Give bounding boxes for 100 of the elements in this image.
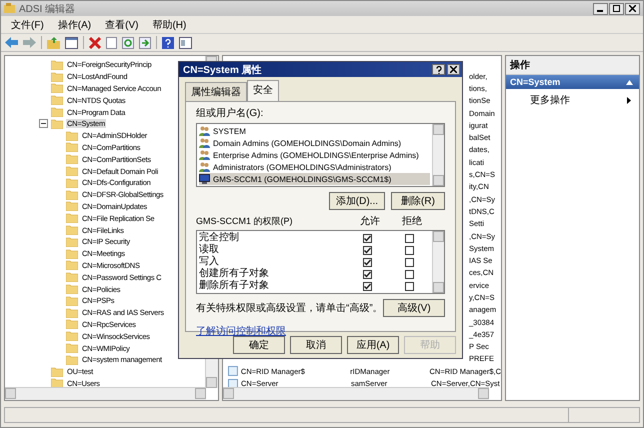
folder-icon <box>66 296 78 306</box>
minimize-button[interactable] <box>593 2 608 14</box>
advanced-note: 有关特殊权限或高级设置，请单击“高级”。 <box>196 302 383 315</box>
close-button[interactable] <box>625 2 640 14</box>
deny-checkbox[interactable] <box>404 246 414 254</box>
menu-item[interactable]: 文件(F) <box>11 18 44 32</box>
computer-icon <box>199 174 210 184</box>
folder-icon <box>66 248 78 259</box>
deny-checkbox[interactable] <box>404 258 414 266</box>
refresh-icon[interactable] <box>122 36 134 48</box>
collapse-icon <box>626 80 633 84</box>
users-icon <box>199 150 210 160</box>
folder-icon <box>66 260 78 270</box>
maximize-icon <box>613 5 620 12</box>
delete-icon[interactable] <box>89 36 101 48</box>
folder-icon <box>51 83 63 94</box>
user-item[interactable]: GMS-SCCM1 (GOMEHOLDINGS\GMS-SCCM1$) <box>199 173 430 185</box>
help-icon[interactable] <box>162 36 174 48</box>
folder-icon <box>66 236 78 247</box>
back-arrow-icon[interactable] <box>5 37 18 48</box>
tab[interactable]: 安全 <box>247 80 279 101</box>
deny-checkbox[interactable] <box>404 234 414 242</box>
permissions-label: GMS-SCCM1 的权限(P) <box>196 214 294 228</box>
folder-icon <box>66 213 78 224</box>
collapse-toggle[interactable] <box>39 119 48 128</box>
folder-icon <box>51 118 63 129</box>
allow-checkbox[interactable] <box>362 234 372 242</box>
app-icon <box>4 3 15 14</box>
folder-icon <box>66 354 78 365</box>
users-icon <box>199 126 210 136</box>
permission-name: 删除所有子对象 <box>199 281 270 291</box>
folder-icon <box>66 308 78 318</box>
allow-checkbox[interactable] <box>362 246 372 254</box>
allow-checkbox[interactable] <box>362 270 372 278</box>
user-name: Domain Admins (GOMEHOLDINGS\Domain Admins) <box>213 138 402 148</box>
vertical-scrollbar[interactable] <box>432 124 444 186</box>
dialog-button[interactable]: 应用(A) <box>347 336 399 354</box>
folder-icon <box>66 319 78 330</box>
horizontal-scrollbar[interactable] <box>5 387 206 400</box>
users-icon <box>199 138 210 148</box>
permission-name: 创建所有子对象 <box>199 269 270 279</box>
menu-item[interactable]: 操作(A) <box>58 18 92 32</box>
deny-checkbox[interactable] <box>404 270 414 278</box>
permission-name: 写入 <box>199 257 220 267</box>
permission-name: 完全控制 <box>199 233 240 243</box>
folder-icon <box>66 178 78 188</box>
folder-icon <box>51 60 63 70</box>
dialog-title: CN=System 属性 <box>183 64 262 76</box>
dialog-button[interactable]: 添加(D)... <box>328 192 385 210</box>
dialog-button[interactable]: 删除(R) <box>391 192 445 210</box>
user-item[interactable]: SYSTEM <box>199 125 430 137</box>
allow-checkbox[interactable] <box>362 258 372 266</box>
advanced-button[interactable]: 高级(V) <box>383 299 445 317</box>
actions-section-header[interactable]: CN=System <box>506 75 639 89</box>
allow-checkbox[interactable] <box>362 282 372 290</box>
window-title: ADSI 编辑器 <box>19 2 76 16</box>
action-item[interactable]: 更多操作 <box>530 93 570 107</box>
horizontal-scrollbar[interactable] <box>223 387 489 400</box>
user-item[interactable]: Enterprise Admins (GOMEHOLDINGS\Enterprise Admins) <box>199 149 430 161</box>
vertical-scrollbar[interactable] <box>432 231 444 293</box>
help-icon <box>436 66 442 74</box>
folder-icon <box>66 190 78 200</box>
maximize-button[interactable] <box>609 2 624 14</box>
folder-icon <box>66 331 78 342</box>
user-item[interactable]: Administrators (GOMEHOLDINGS\Administrators) <box>199 161 430 173</box>
folder-icon <box>51 366 63 377</box>
console-icon[interactable] <box>179 36 192 48</box>
user-name: SYSTEM <box>213 126 246 136</box>
folder-icon <box>66 166 78 176</box>
folder-icon <box>66 272 78 282</box>
deny-checkbox[interactable] <box>404 282 414 290</box>
folder-icon <box>66 154 78 164</box>
dialog-button[interactable]: 确定 <box>233 336 285 354</box>
column-header: 允许 <box>359 214 381 228</box>
help-link[interactable]: 了解访问控制和权限 <box>196 324 286 338</box>
document-icon[interactable] <box>106 36 117 48</box>
export-icon[interactable] <box>139 36 151 48</box>
help-button[interactable] <box>432 64 445 75</box>
close-button[interactable] <box>447 64 460 75</box>
menu-item[interactable]: 查看(V) <box>105 18 138 32</box>
menu-item[interactable]: 帮助(H) <box>152 18 186 32</box>
dialog-button[interactable]: 取消 <box>290 336 342 354</box>
folder-up-icon[interactable] <box>47 36 60 48</box>
folder-icon <box>66 343 78 354</box>
user-name: Administrators (GOMEHOLDINGS\Administrators) <box>213 162 392 172</box>
user-item[interactable]: Domain Admins (GOMEHOLDINGS\Domain Admins) <box>199 137 430 149</box>
panel-icon[interactable] <box>65 36 78 48</box>
folder-icon <box>51 107 63 118</box>
users-label: 组或用户名(G): <box>196 106 264 120</box>
close-icon <box>450 66 457 73</box>
section-title: CN=System <box>510 77 560 87</box>
permission-name: 读取 <box>199 245 220 255</box>
submenu-arrow-icon <box>627 96 631 104</box>
tab[interactable]: 属性编辑器 <box>185 82 247 101</box>
column-header: 拒绝 <box>401 214 423 228</box>
actions-header: 操作 <box>506 56 639 75</box>
folder-icon <box>66 284 78 294</box>
folder-icon <box>66 201 78 212</box>
folder-icon <box>51 95 63 106</box>
object-icon <box>228 366 238 376</box>
